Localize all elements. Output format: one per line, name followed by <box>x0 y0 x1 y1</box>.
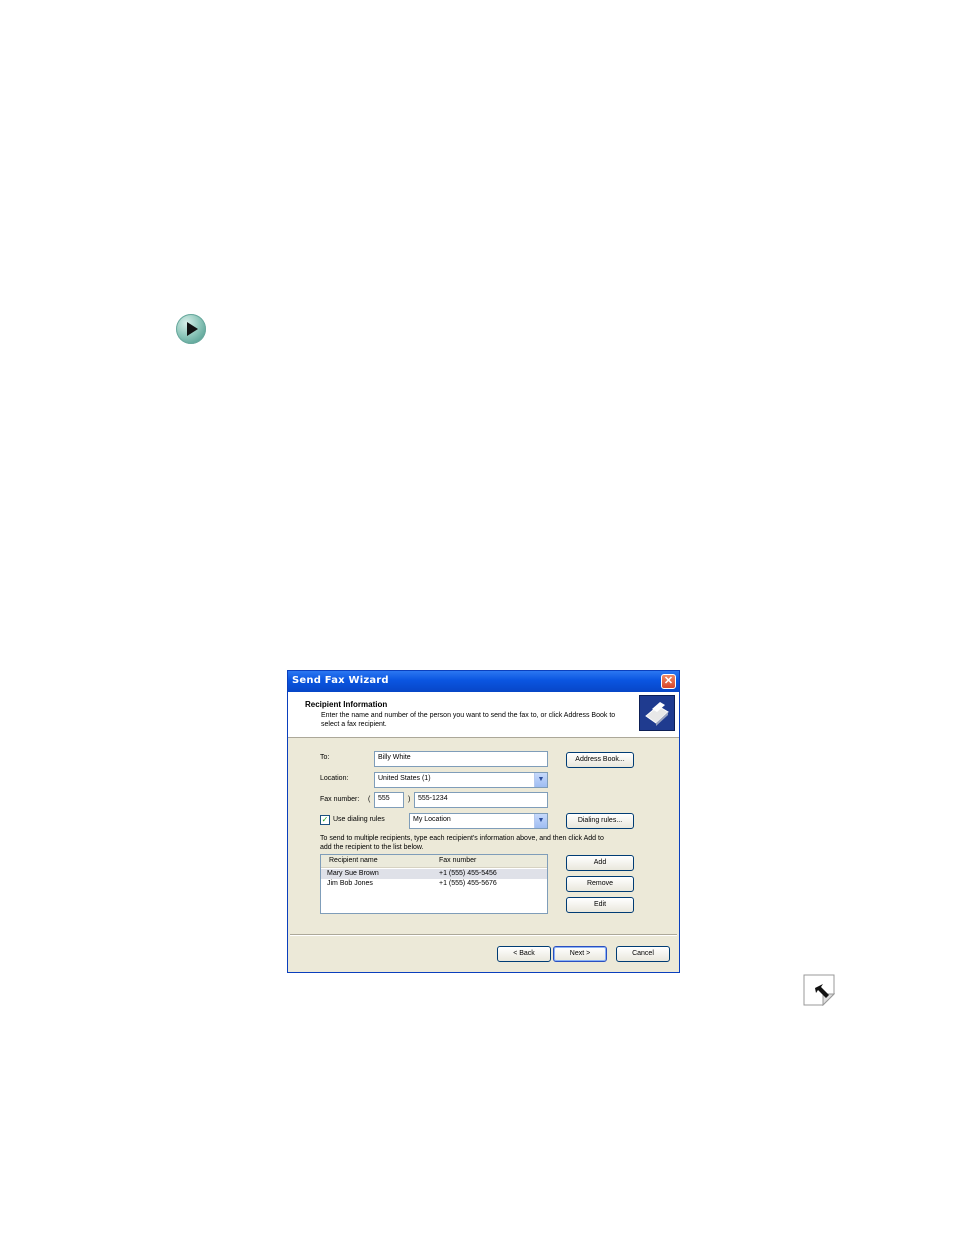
title-bar[interactable]: Send Fax Wizard ✕ <box>288 671 679 692</box>
page-corner-arrow-icon <box>803 974 836 1007</box>
open-paren: ( <box>368 796 371 803</box>
table-row[interactable]: Mary Sue Brown +1 (555) 455-5456 <box>321 869 547 879</box>
list-header: Recipient name Fax number <box>321 855 547 868</box>
next-button[interactable]: Next > <box>553 946 607 962</box>
edit-button[interactable]: Edit <box>566 897 634 913</box>
column-recipient-name[interactable]: Recipient name <box>329 857 378 864</box>
dialing-location-value: My Location <box>413 816 451 823</box>
divider <box>290 934 677 936</box>
close-icon[interactable]: ✕ <box>661 674 676 689</box>
dialing-location-select[interactable]: My Location ▼ <box>409 813 548 829</box>
fax-number-label: Fax number: <box>320 796 360 803</box>
address-book-button[interactable]: Address Book... <box>566 752 634 768</box>
recipient-list[interactable]: Recipient name Fax number Mary Sue Brown… <box>320 854 548 914</box>
play-arrow-icon <box>176 314 206 344</box>
to-label: To: <box>320 754 330 761</box>
cancel-button[interactable]: Cancel <box>616 946 670 962</box>
dialog-title: Send Fax Wizard <box>292 675 389 686</box>
column-fax-number[interactable]: Fax number <box>439 857 476 864</box>
location-value: United States (1) <box>378 775 431 782</box>
add-button[interactable]: Add <box>566 855 634 871</box>
dialing-rules-button[interactable]: Dialing rules... <box>566 813 634 829</box>
wizard-header: Recipient Information Enter the name and… <box>288 692 679 738</box>
instructions-text: To send to multiple recipients, type eac… <box>320 835 604 851</box>
to-field[interactable]: Billy White <box>374 751 548 767</box>
table-row[interactable]: Jim Bob Jones +1 (555) 455-5676 <box>321 879 547 889</box>
remove-button[interactable]: Remove <box>566 876 634 892</box>
chevron-down-icon[interactable]: ▼ <box>534 773 547 787</box>
fax-number-field[interactable]: 555-1234 <box>414 792 548 808</box>
use-dialing-rules-checkbox[interactable]: ✓ <box>320 815 330 825</box>
fax-icon <box>639 695 675 731</box>
recipient-fax: +1 (555) 455-5676 <box>439 880 497 887</box>
location-label: Location: <box>320 775 349 782</box>
back-button[interactable]: < Back <box>497 946 551 962</box>
area-code-field[interactable]: 555 <box>374 792 404 808</box>
header-description: Enter the name and number of the person … <box>321 712 616 728</box>
close-paren: ) <box>408 796 411 803</box>
recipient-fax: +1 (555) 455-5456 <box>439 870 497 877</box>
recipient-name: Jim Bob Jones <box>327 880 373 887</box>
location-select[interactable]: United States (1) ▼ <box>374 772 548 788</box>
header-title: Recipient Information <box>305 700 388 709</box>
send-fax-wizard-dialog: Send Fax Wizard ✕ Recipient Information … <box>287 670 680 973</box>
chevron-down-icon[interactable]: ▼ <box>534 814 547 828</box>
use-dialing-rules-label: Use dialing rules <box>333 816 385 823</box>
recipient-name: Mary Sue Brown <box>327 870 379 877</box>
